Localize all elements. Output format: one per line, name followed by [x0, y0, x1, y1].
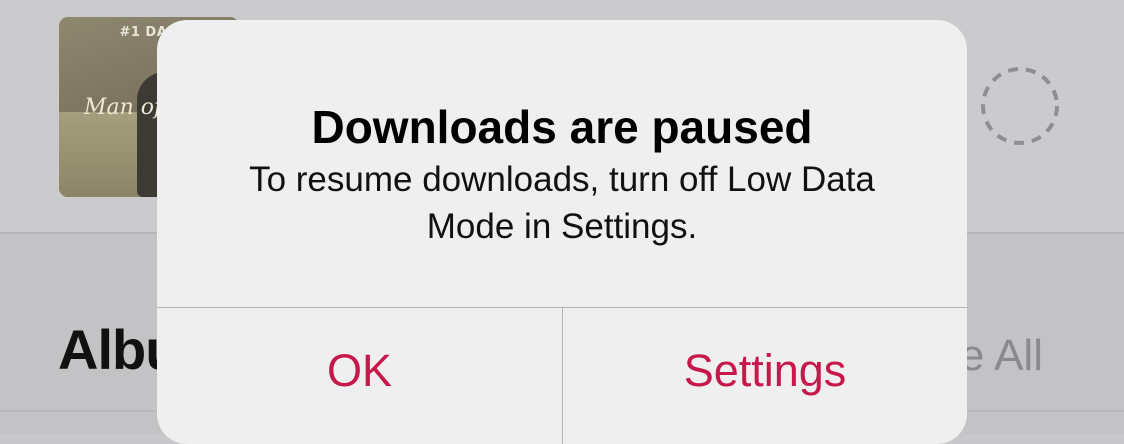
alert-title: Downloads are paused [311, 101, 813, 153]
settings-button[interactable]: Settings [563, 308, 967, 444]
artwork-script-text: Man of [84, 95, 163, 120]
alert-message: To resume downloads, turn off Low Data M… [249, 160, 875, 246]
downloads-paused-alert: Downloads are paused To resume downloads… [157, 20, 967, 444]
ok-button[interactable]: OK [157, 308, 562, 444]
download-pending-icon[interactable] [980, 66, 1060, 146]
